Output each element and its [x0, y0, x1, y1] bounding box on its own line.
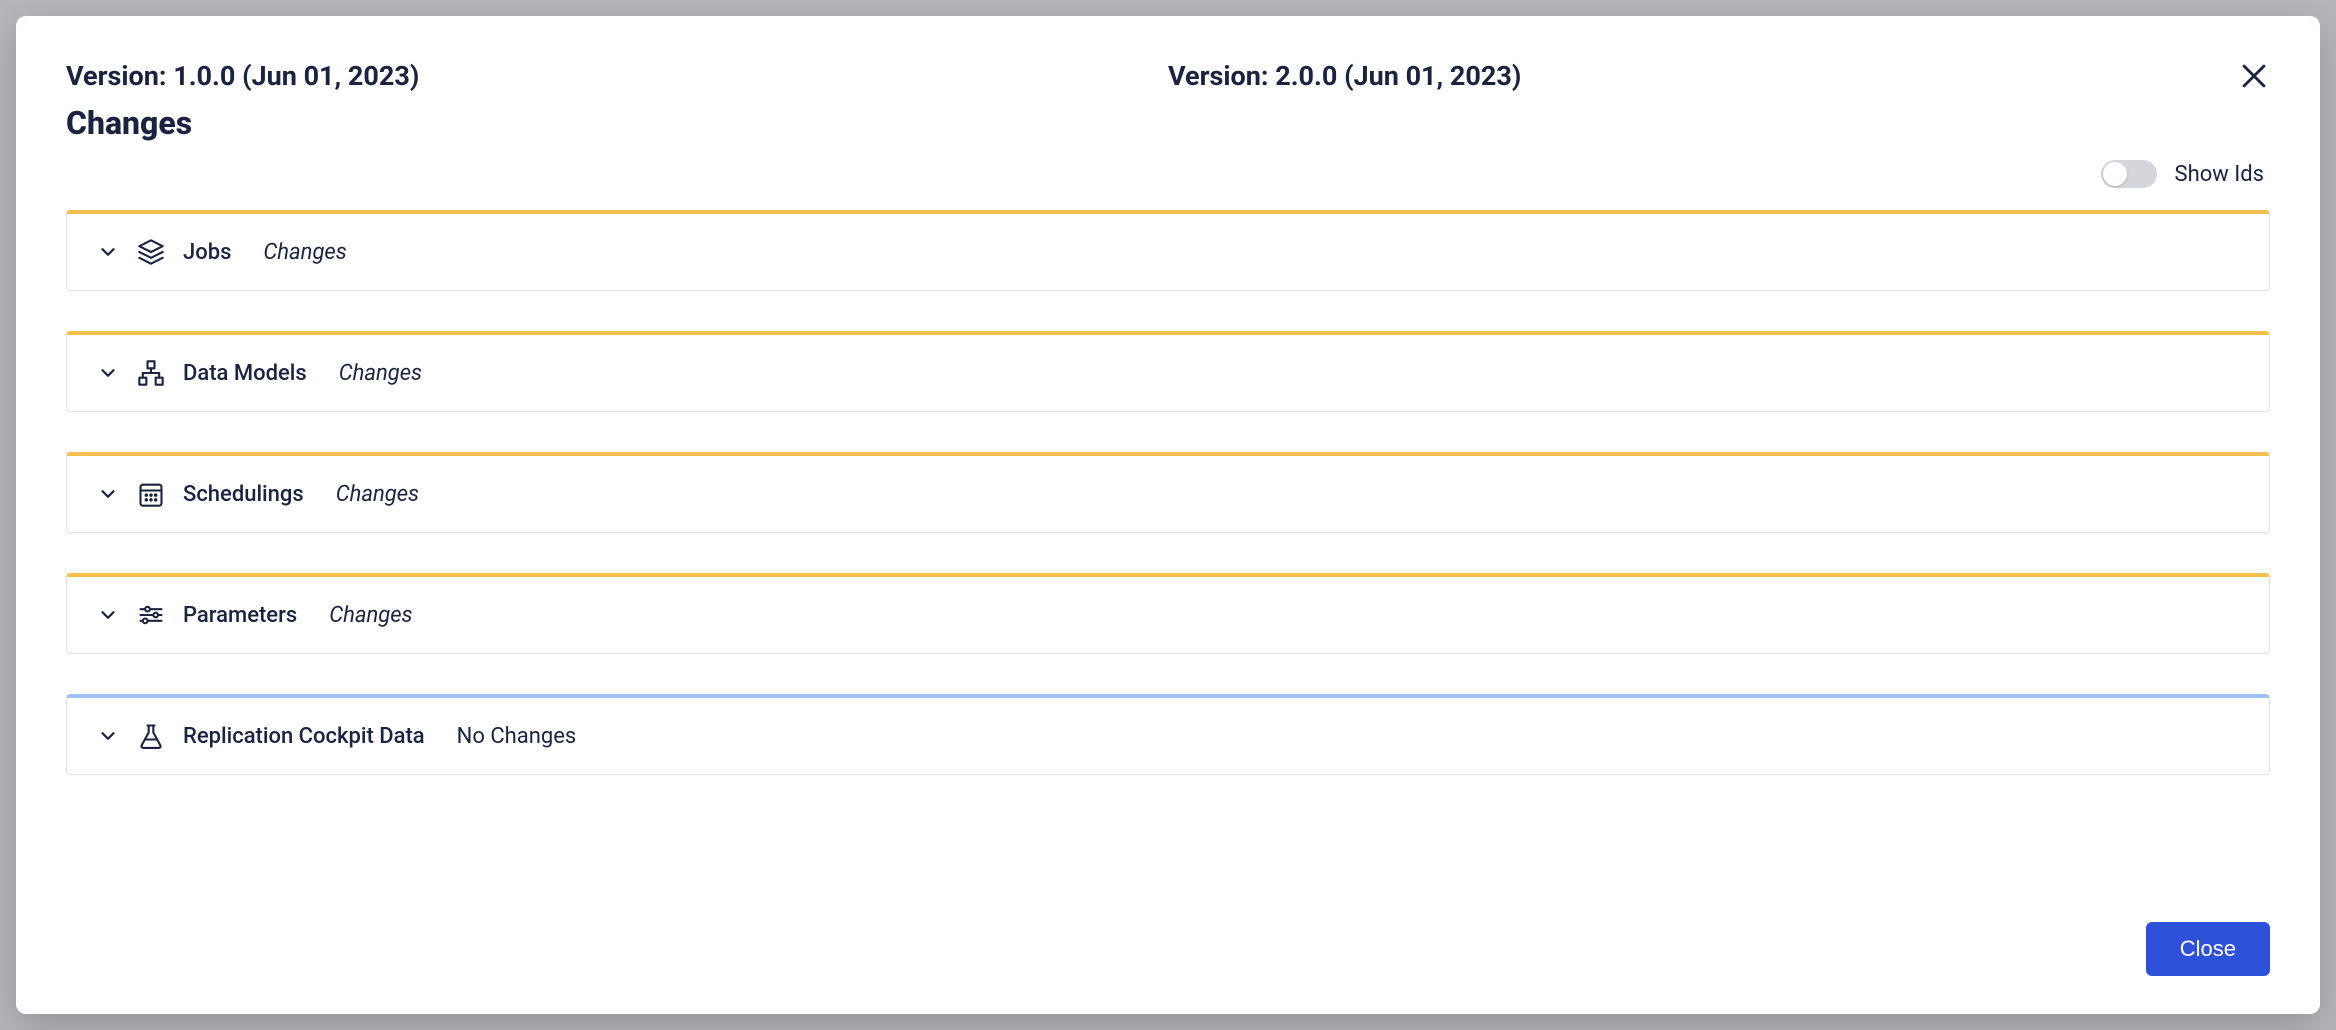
show-ids-toggle[interactable]: [2101, 160, 2157, 188]
show-ids-row: Show Ids: [66, 160, 2270, 188]
versions-row: Version: 1.0.0 (Jun 01, 2023) Version: 2…: [66, 60, 2270, 92]
version-right-label: Version: 2.0.0 (Jun 01, 2023): [1168, 60, 2270, 92]
sections-list: Jobs Changes Data Models Changes: [66, 210, 2270, 775]
chevron-down-icon: [97, 725, 119, 747]
section-parameters: Parameters Changes: [66, 573, 2270, 654]
close-icon[interactable]: [2230, 52, 2278, 100]
section-jobs: Jobs Changes: [66, 210, 2270, 291]
section-title: Schedulings: [183, 482, 304, 507]
chevron-down-icon: [97, 241, 119, 263]
section-header-schedulings[interactable]: Schedulings Changes: [67, 456, 2269, 532]
section-data-models: Data Models Changes: [66, 331, 2270, 412]
section-header-data-models[interactable]: Data Models Changes: [67, 335, 2269, 411]
section-header-jobs[interactable]: Jobs Changes: [67, 214, 2269, 290]
section-title: Data Models: [183, 361, 307, 386]
layers-icon: [137, 238, 165, 266]
section-status: Changes: [329, 603, 412, 628]
section-status: Changes: [263, 240, 346, 265]
version-left-label: Version: 1.0.0 (Jun 01, 2023): [66, 60, 1168, 92]
section-title: Jobs: [183, 240, 231, 265]
section-schedulings: Schedulings Changes: [66, 452, 2270, 533]
chevron-down-icon: [97, 483, 119, 505]
show-ids-label: Show Ids: [2175, 162, 2264, 187]
section-replication-cockpit-data: Replication Cockpit Data No Changes: [66, 694, 2270, 775]
version-compare-modal: Version: 1.0.0 (Jun 01, 2023) Version: 2…: [16, 16, 2320, 1014]
section-status: No Changes: [457, 724, 577, 749]
section-status: Changes: [336, 482, 419, 507]
section-header-replication-cockpit-data[interactable]: Replication Cockpit Data No Changes: [67, 698, 2269, 774]
close-button[interactable]: Close: [2146, 922, 2270, 976]
hierarchy-icon: [137, 359, 165, 387]
section-status: Changes: [339, 361, 422, 386]
modal-footer: Close: [2146, 922, 2270, 976]
section-title: Parameters: [183, 603, 297, 628]
section-header-parameters[interactable]: Parameters Changes: [67, 577, 2269, 653]
calendar-icon: [137, 480, 165, 508]
chevron-down-icon: [97, 362, 119, 384]
page-title: Changes: [66, 104, 2270, 142]
section-title: Replication Cockpit Data: [183, 724, 425, 749]
sliders-icon: [137, 601, 165, 629]
chevron-down-icon: [97, 604, 119, 626]
flask-icon: [137, 722, 165, 750]
